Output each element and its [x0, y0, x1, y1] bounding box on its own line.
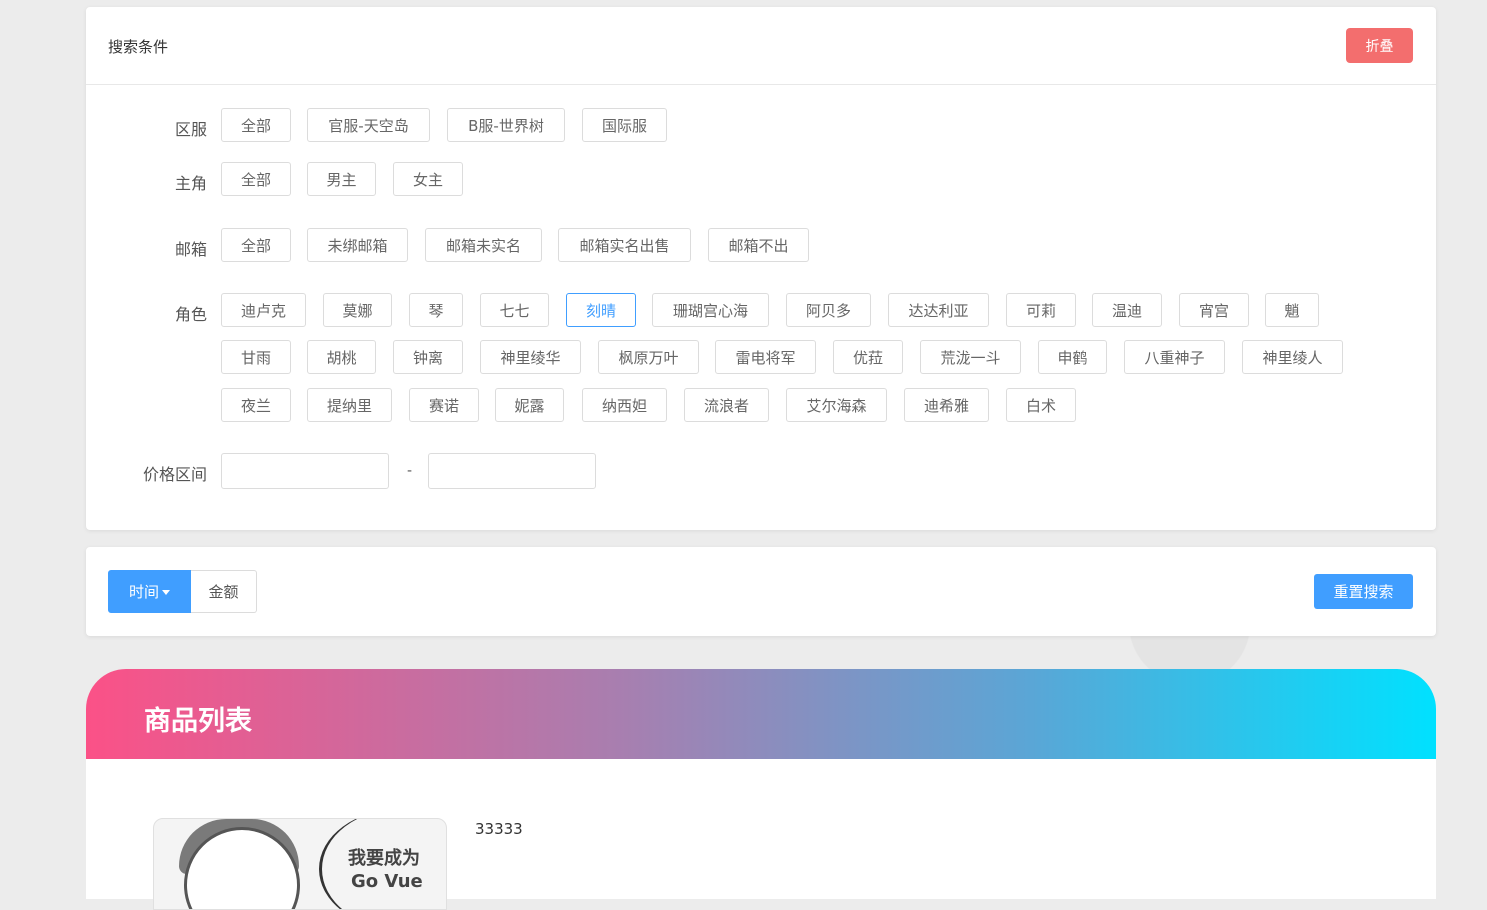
character-label: 角色 [174, 305, 207, 324]
protagonist-option-female[interactable]: 女主 [393, 162, 463, 196]
region-option-international[interactable]: 国际服 [582, 108, 667, 142]
caret-down-icon [162, 590, 170, 595]
protagonist-label: 主角 [174, 174, 207, 193]
character-option[interactable]: 八重神子 [1124, 340, 1225, 374]
price-min-input[interactable] [221, 453, 389, 489]
region-option-official[interactable]: 官服-天空岛 [307, 108, 430, 142]
character-option[interactable]: 甘雨 [221, 340, 291, 374]
character-option[interactable]: 胡桃 [307, 340, 376, 374]
character-option[interactable]: 妮露 [495, 388, 564, 422]
character-option[interactable]: 七七 [480, 293, 549, 327]
protagonist-option-all[interactable]: 全部 [221, 162, 291, 196]
product-image[interactable]: 我要成为 Go Vue [153, 818, 447, 910]
character-option-selected[interactable]: 刻晴 [566, 293, 636, 327]
sort-panel: 时间 金额 重置搜索 [86, 547, 1436, 636]
character-option[interactable]: 莫娜 [323, 293, 392, 327]
product-list-title: 商品列表 [144, 706, 252, 737]
image-caption-line2: Go Vue [351, 871, 423, 892]
character-option[interactable]: 提纳里 [307, 388, 392, 422]
character-option[interactable]: 钟离 [393, 340, 463, 374]
character-option[interactable]: 可莉 [1006, 293, 1076, 327]
search-panel-header: 搜索条件 折叠 [86, 7, 1436, 85]
character-option[interactable]: 枫原万叶 [598, 340, 699, 374]
character-option[interactable]: 魈 [1265, 293, 1319, 327]
price-separator: - [407, 463, 413, 479]
product-list-header: 商品列表 [86, 669, 1436, 759]
email-label: 邮箱 [174, 240, 207, 259]
character-option[interactable]: 阿贝多 [786, 293, 871, 327]
image-caption-line1: 我要成为 [348, 848, 420, 869]
character-option[interactable]: 温迪 [1092, 293, 1162, 327]
character-option[interactable]: 荒泷一斗 [920, 340, 1021, 374]
character-option[interactable]: 优菈 [833, 340, 903, 374]
product-list: 我要成为 Go Vue 33333 [86, 759, 1436, 910]
sort-time-button[interactable]: 时间 [108, 570, 191, 613]
fold-button[interactable]: 折叠 [1346, 28, 1413, 63]
character-option[interactable]: 纳西妲 [582, 388, 667, 422]
email-option-not-included[interactable]: 邮箱不出 [708, 228, 809, 262]
region-label: 区服 [174, 120, 207, 139]
character-option[interactable]: 迪希雅 [904, 388, 989, 422]
character-option[interactable]: 白术 [1006, 388, 1076, 422]
email-option-verified-sell[interactable]: 邮箱实名出售 [558, 228, 691, 262]
character-option[interactable]: 流浪者 [684, 388, 769, 422]
email-option-all[interactable]: 全部 [221, 228, 291, 262]
character-option[interactable]: 赛诺 [409, 388, 479, 422]
region-option-all[interactable]: 全部 [221, 108, 291, 142]
character-option[interactable]: 艾尔海森 [786, 388, 887, 422]
character-option[interactable]: 神里绫华 [480, 340, 581, 374]
sort-group: 时间 金额 [108, 570, 257, 613]
sort-amount-button[interactable]: 金额 [191, 570, 257, 613]
character-option[interactable]: 夜兰 [221, 388, 291, 422]
email-option-unverified[interactable]: 邮箱未实名 [425, 228, 542, 262]
character-option[interactable]: 达达利亚 [888, 293, 989, 327]
protagonist-option-male[interactable]: 男主 [307, 162, 376, 196]
character-option[interactable]: 神里绫人 [1242, 340, 1343, 374]
sort-time-label: 时间 [128, 583, 159, 601]
character-option[interactable]: 珊瑚宫心海 [652, 293, 769, 327]
character-option[interactable]: 琴 [409, 293, 463, 327]
product-title[interactable]: 33333 [475, 820, 523, 838]
character-option[interactable]: 申鹤 [1038, 340, 1107, 374]
search-title: 搜索条件 [108, 38, 169, 56]
character-option[interactable]: 雷电将军 [715, 340, 816, 374]
price-range-label: 价格区间 [142, 465, 207, 484]
character-option[interactable]: 宵宫 [1179, 293, 1249, 327]
character-option[interactable]: 迪卢克 [221, 293, 306, 327]
price-max-input[interactable] [428, 453, 596, 489]
email-option-unbound[interactable]: 未绑邮箱 [307, 228, 408, 262]
reset-search-button[interactable]: 重置搜索 [1314, 574, 1413, 609]
search-panel: 搜索条件 折叠 区服 全部 官服-天空岛 B服-世界树 国际服 主角 全部 男主… [86, 7, 1436, 530]
region-option-bilibili[interactable]: B服-世界树 [447, 108, 565, 142]
